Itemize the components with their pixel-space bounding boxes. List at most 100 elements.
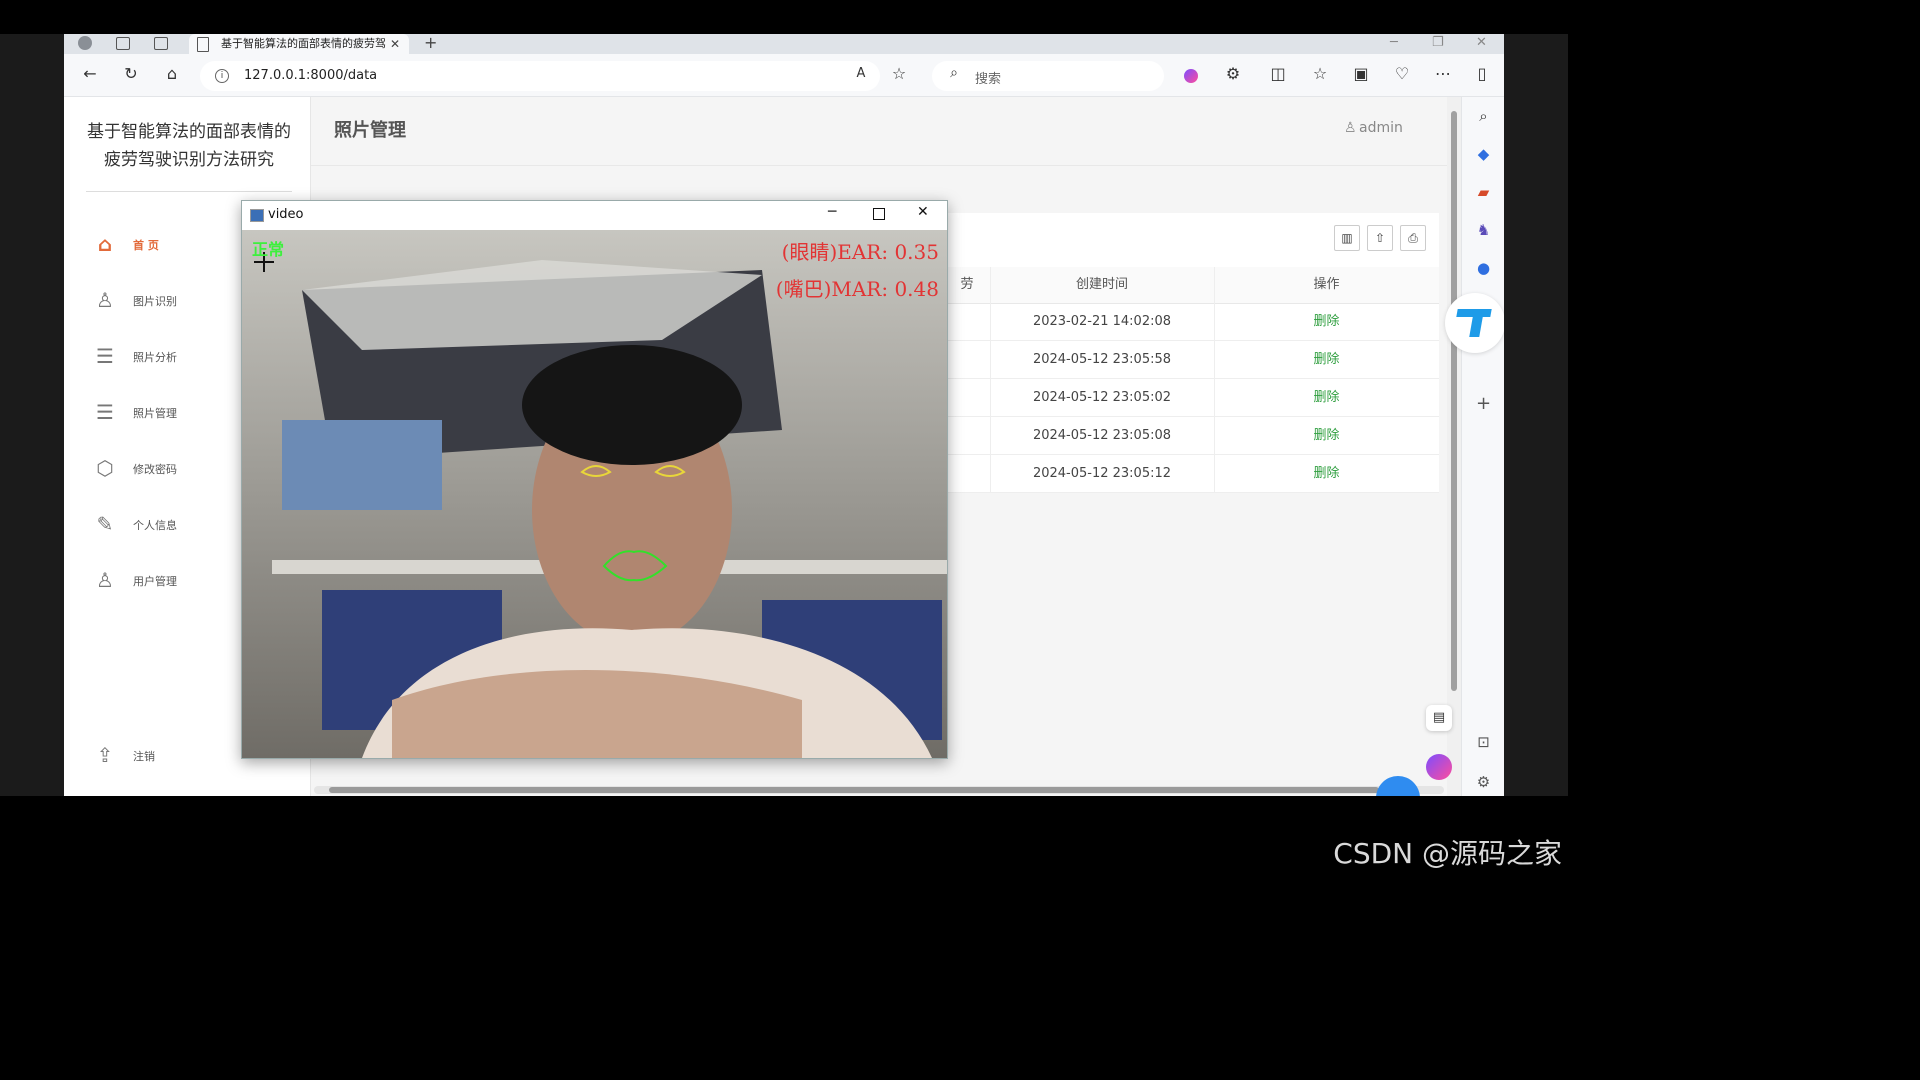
add-icon[interactable]: + — [1462, 393, 1504, 414]
vertical-scrollbar[interactable] — [1447, 97, 1461, 796]
extensions-icon[interactable]: ⚙ — [1221, 64, 1245, 83]
search-placeholder: 搜索 — [975, 72, 1002, 87]
scrollbar-thumb[interactable] — [1451, 111, 1457, 691]
delete-link[interactable]: 删除 — [1214, 379, 1439, 416]
list-icon: ☰ — [96, 344, 114, 368]
profile-icon[interactable] — [78, 36, 92, 50]
user-icon: ♙ — [96, 288, 114, 312]
table-row: 2023-02-21 14:02:08 删除 — [944, 303, 1439, 341]
created-cell: 2023-02-21 14:02:08 — [1032, 314, 1172, 329]
read-aloud-icon[interactable]: A — [849, 66, 873, 81]
site-title: 基于智能算法的面部表情的 疲劳驾驶识别方法研究 — [82, 118, 296, 174]
delete-link[interactable]: 删除 — [1214, 341, 1439, 378]
search-icon: ⌕ — [950, 65, 958, 81]
minimize-icon[interactable]: ─ — [1390, 34, 1398, 52]
app-launcher-button[interactable] — [1445, 293, 1504, 353]
search-icon[interactable]: ⌕ — [1462, 107, 1504, 125]
reload-icon[interactable]: ↻ — [119, 64, 143, 83]
site-title-line2: 疲劳驾驶识别方法研究 — [104, 150, 274, 170]
collections-icon[interactable]: ▣ — [1349, 64, 1373, 83]
favorite-star-icon[interactable]: ☆ — [887, 64, 911, 83]
column-header: 劳 — [960, 277, 974, 292]
upload-icon: ⇪ — [96, 743, 114, 767]
tab-bar: 基于智能算法的面部表情的疲劳驾 ✕ + ─ ❐ ✕ — [64, 34, 1504, 54]
delete-link[interactable]: 删除 — [1214, 303, 1439, 340]
table-row: 2024-05-12 23:05:12 删除 — [944, 455, 1439, 493]
ear-readout: (眼睛)EAR: 0.35 — [781, 240, 939, 264]
copilot-float-icon[interactable] — [1426, 754, 1452, 780]
browser-essentials-icon[interactable]: ♡ — [1390, 64, 1414, 83]
delete-link[interactable]: 删除 — [1214, 455, 1439, 492]
close-window-icon[interactable]: ✕ — [1476, 34, 1487, 52]
created-cell: 2024-05-12 23:05:58 — [1032, 352, 1172, 367]
office-icon[interactable]: ● — [1462, 259, 1504, 277]
blanket — [282, 420, 442, 510]
video-window-title: video — [268, 207, 304, 222]
close-icon[interactable]: ✕ — [917, 204, 929, 220]
hair — [522, 345, 742, 465]
video-window[interactable]: video ─ ✕ 正常 (眼睛)EAR: 0.35 (嘴巴)MAR: 0.48 — [241, 200, 948, 759]
mar-readout: (嘴巴)MAR: 0.48 — [775, 277, 939, 301]
tab-title: 基于智能算法的面部表情的疲劳驾 — [221, 37, 386, 50]
user-icon: ♙ — [1344, 120, 1357, 136]
status-label: 正常 — [252, 240, 285, 259]
site-info-icon[interactable]: i — [215, 69, 229, 83]
pen-icon: ✎ — [96, 512, 114, 536]
table-header: 劳 创建时间 操作 — [944, 267, 1439, 304]
app-logo-icon — [1456, 309, 1492, 317]
edge-sidebar: ⌕ ◆ ▰ ♞ ● + ⊡ ⚙ — [1445, 97, 1504, 796]
horizontal-scrollbar[interactable] — [314, 786, 1444, 794]
split-screen-icon[interactable]: ◫ — [1266, 64, 1290, 83]
new-tab-icon[interactable]: + — [424, 34, 437, 52]
sidebar-item-label: 个人信息 — [133, 519, 177, 532]
workspaces-icon[interactable] — [116, 37, 130, 50]
right-bezel — [1504, 34, 1568, 796]
data-panel: ▥ ⇧ ⎙ 劳 创建时间 操作 2023-02-21 14:02:08 删除 2… — [944, 213, 1439, 493]
page-header — [311, 97, 1447, 166]
table-row: 2024-05-12 23:05:08 删除 — [944, 417, 1439, 455]
sidebar-toggle-icon[interactable]: ▯ — [1470, 64, 1494, 83]
screenshot-icon[interactable]: ⊡ — [1462, 733, 1504, 751]
close-tab-icon[interactable]: ✕ — [390, 34, 400, 54]
export-icon[interactable]: ⇧ — [1367, 225, 1393, 251]
user-menu[interactable]: admin — [1359, 120, 1403, 136]
logout-label: 注销 — [133, 750, 155, 763]
tab-actions-icon[interactable] — [154, 37, 168, 50]
video-titlebar[interactable]: video ─ ✕ — [242, 201, 947, 230]
restore-icon[interactable]: ❐ — [1432, 34, 1444, 52]
maximize-icon[interactable] — [873, 208, 885, 220]
scrollbar-thumb[interactable] — [329, 787, 1379, 793]
table-row: 2024-05-12 23:05:58 删除 — [944, 341, 1439, 379]
created-cell: 2024-05-12 23:05:12 — [1032, 466, 1172, 481]
back-icon[interactable]: ← — [78, 64, 102, 83]
site-title-line1: 基于智能算法的面部表情的 — [87, 122, 291, 142]
copilot-icon[interactable] — [1184, 69, 1198, 83]
minimize-icon[interactable]: ─ — [828, 204, 836, 220]
box-icon: ⬡ — [96, 456, 114, 480]
toolbox-icon[interactable]: ▰ — [1462, 183, 1504, 201]
home-icon[interactable]: ⌂ — [160, 64, 184, 83]
camera-feed: 正常 (眼睛)EAR: 0.35 (嘴巴)MAR: 0.48 — [242, 230, 947, 758]
reader-icon[interactable]: ▤ — [1426, 705, 1452, 731]
print-icon[interactable]: ⎙ — [1400, 225, 1426, 251]
page-title: 照片管理 — [334, 120, 406, 141]
columns-icon[interactable]: ▥ — [1334, 225, 1360, 251]
favorites-icon[interactable]: ☆ — [1308, 64, 1332, 83]
sidebar-item-label: 照片管理 — [133, 407, 177, 420]
list-icon: ☰ — [96, 400, 114, 424]
games-icon[interactable]: ♞ — [1462, 221, 1504, 239]
column-header-action: 操作 — [1313, 277, 1340, 292]
sidebar-item-label: 图片识别 — [133, 295, 177, 308]
sidebar-item-label: 修改密码 — [133, 463, 177, 476]
search-box[interactable] — [932, 61, 1164, 91]
settings-gear-icon[interactable]: ⚙ — [1462, 773, 1504, 791]
delete-link[interactable]: 删除 — [1214, 417, 1439, 454]
home-icon: ⌂ — [97, 232, 113, 256]
page-icon — [197, 37, 209, 52]
more-icon[interactable]: ⋯ — [1431, 64, 1455, 83]
left-bezel — [0, 34, 64, 796]
created-cell: 2024-05-12 23:05:02 — [1032, 390, 1172, 405]
tag-icon[interactable]: ◆ — [1462, 145, 1504, 163]
sidebar-item-label: 用户管理 — [133, 575, 177, 588]
tab-active[interactable]: 基于智能算法的面部表情的疲劳驾 — [189, 34, 409, 54]
